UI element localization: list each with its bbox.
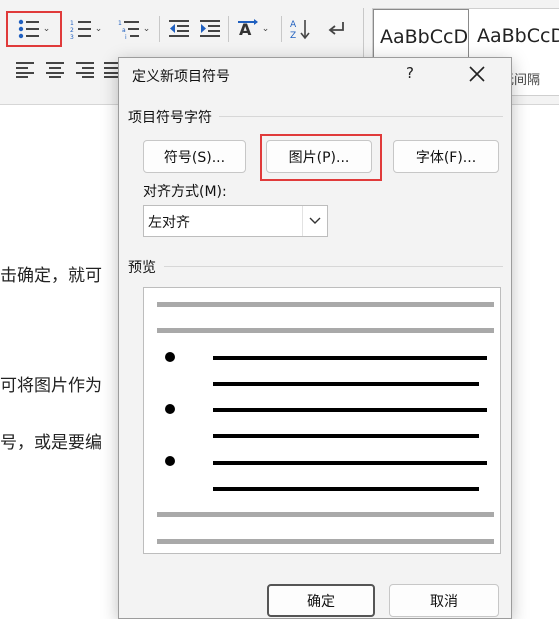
sort-icon: A Z	[290, 18, 310, 40]
numbered-list-button[interactable]: 1 2 3 ⌄	[64, 13, 108, 45]
sort-button[interactable]: A Z	[287, 13, 313, 45]
multilevel-list-button[interactable]: 1 a i ⌄	[112, 13, 156, 45]
preview-line	[213, 461, 487, 465]
bullet-list-icon	[18, 19, 40, 39]
align-left-button[interactable]	[12, 56, 38, 84]
preview-line	[213, 356, 487, 360]
svg-text:a: a	[122, 27, 126, 34]
font-button[interactable]: 字体(F)...	[393, 140, 499, 173]
divider	[164, 266, 503, 267]
numbered-list-icon: 1 2 3	[70, 19, 92, 39]
close-button[interactable]	[465, 62, 489, 86]
symbol-button[interactable]: 符号(S)...	[143, 140, 246, 173]
preview-bullet	[165, 404, 175, 414]
svg-text:3: 3	[70, 34, 74, 39]
section-label-bullet-char: 项目符号字符	[128, 110, 212, 126]
preview-line	[157, 512, 494, 517]
show-marks-icon	[328, 21, 346, 37]
chevron-down-icon[interactable]	[302, 206, 327, 236]
preview-line	[213, 408, 487, 412]
align-center-icon	[46, 62, 64, 78]
svg-text:1: 1	[118, 20, 122, 27]
style-sample: AaBbCcD	[380, 26, 469, 48]
align-right-icon	[76, 62, 94, 78]
close-icon	[465, 66, 489, 90]
preview-bullet	[165, 352, 175, 362]
preview-line	[157, 302, 494, 307]
svg-text:2: 2	[70, 27, 74, 34]
chevron-down-icon[interactable]: ⌄	[95, 24, 103, 34]
preview-line	[213, 434, 479, 438]
svg-text:i: i	[125, 34, 127, 39]
show-marks-button[interactable]	[324, 13, 350, 45]
text-direction-button[interactable]: A ⌄	[232, 13, 274, 45]
divider	[219, 116, 503, 117]
multilevel-list-icon: 1 a i	[118, 19, 140, 39]
svg-text:1: 1	[70, 20, 74, 27]
document-line: 击确定，就可	[0, 266, 102, 286]
svg-text:A: A	[290, 20, 297, 30]
preview-bullet	[165, 456, 175, 466]
preview-box	[143, 287, 501, 554]
cancel-button[interactable]: 取消	[389, 584, 499, 617]
picture-button[interactable]: 图片(P)...	[266, 140, 372, 173]
alignment-select[interactable]: 左对齐	[143, 205, 328, 237]
bullet-list-button[interactable]: ⌄	[6, 11, 62, 47]
decrease-indent-icon	[169, 20, 189, 38]
document-line: 号，或是要编	[0, 433, 102, 453]
ok-button[interactable]: 确定	[267, 584, 375, 617]
preview-line	[213, 487, 479, 491]
chevron-down-icon[interactable]: ⌄	[43, 24, 51, 34]
preview-line	[157, 328, 494, 333]
align-right-button[interactable]	[72, 56, 98, 84]
increase-indent-icon	[200, 20, 220, 38]
style-sample: AaBbCcD	[477, 25, 559, 47]
increase-indent-button[interactable]	[196, 13, 224, 45]
text-direction-icon: A	[237, 19, 259, 39]
preview-line	[213, 382, 479, 386]
align-center-button[interactable]	[42, 56, 68, 84]
align-left-icon	[16, 62, 34, 78]
chevron-down-icon[interactable]: ⌄	[143, 24, 151, 34]
document-line: 可将图片作为	[0, 376, 102, 396]
alignment-label: 对齐方式(M):	[143, 184, 227, 200]
define-new-bullet-dialog: 定义新项目符号 ? 项目符号字符 符号(S)... 图片(P)... 字体(F)…	[118, 57, 512, 619]
alignment-value: 左对齐	[148, 215, 190, 231]
help-button[interactable]: ?	[406, 64, 414, 82]
dialog-title: 定义新项目符号	[132, 69, 230, 85]
preview-label: 预览	[128, 260, 156, 276]
preview-line	[157, 539, 494, 544]
svg-text:Z: Z	[290, 31, 296, 40]
chevron-down-icon[interactable]: ⌄	[262, 24, 270, 34]
decrease-indent-button[interactable]	[165, 13, 193, 45]
